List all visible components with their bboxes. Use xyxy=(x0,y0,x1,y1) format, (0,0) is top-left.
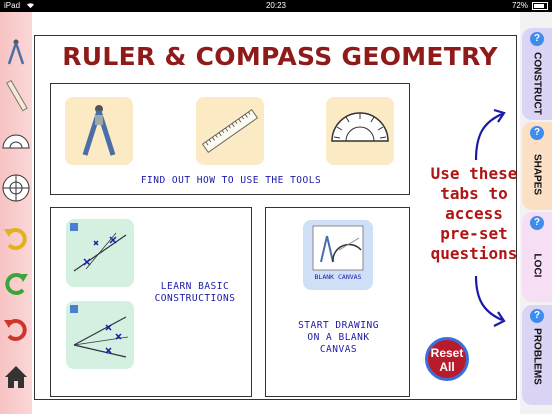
tab-construct-label: CONSTRUCT xyxy=(531,52,543,115)
tools-panel-label: FIND OUT HOW TO USE THE TOOLS xyxy=(140,175,322,186)
help-icon[interactable]: ? xyxy=(530,32,544,46)
home-icon[interactable] xyxy=(1,360,31,394)
page-title: RULER & COMPASS GEOMETRY xyxy=(62,42,498,71)
tab-shapes[interactable]: ? SHAPES xyxy=(522,122,552,210)
battery-percent: 72% xyxy=(511,1,528,10)
tabs-hint-line1: Use these xyxy=(430,164,518,183)
tab-construct[interactable]: ? CONSTRUCT xyxy=(522,28,552,120)
blank-canvas-thumbnail: BLANK CANVAS xyxy=(303,220,373,290)
battery-icon xyxy=(532,2,548,10)
blank-canvas-thumb-label: BLANK CANVAS xyxy=(314,273,362,281)
blank-canvas-label-line2: ON A BLANK xyxy=(307,332,370,343)
blank-canvas-label-line3: CANVAS xyxy=(319,344,358,355)
constructions-panel[interactable]: LEARN BASIC CONSTRUCTIONS xyxy=(50,207,252,397)
tabs-hint-line4: pre-set xyxy=(440,224,508,243)
tab-problems[interactable]: ? PROBLEMS xyxy=(522,305,552,405)
reset-all-line2: All xyxy=(439,360,455,374)
clock: 20:23 xyxy=(265,1,287,10)
ruler-tile-icon xyxy=(196,97,264,165)
help-icon[interactable]: ? xyxy=(530,309,544,323)
protractor-tile-icon xyxy=(326,97,394,165)
blank-canvas-panel[interactable]: BLANK CANVAS START DRAWING ON A BLANK CA… xyxy=(265,207,410,397)
tools-panel[interactable]: FIND OUT HOW TO USE THE TOOLS xyxy=(50,83,410,195)
tabs-hint-line2: tabs to xyxy=(440,184,508,203)
undo-icon[interactable] xyxy=(1,221,31,255)
redo-icon[interactable] xyxy=(1,266,31,300)
compass-tile-icon xyxy=(65,97,133,165)
reset-all-line1: Reset xyxy=(430,346,464,360)
tab-shapes-label: SHAPES xyxy=(531,153,543,196)
construction-thumbnail-2-icon xyxy=(66,301,134,369)
tab-loci[interactable]: ? LOCI xyxy=(522,212,552,302)
construction-thumbnail-1-icon xyxy=(66,219,134,287)
tab-problems-label: PROBLEMS xyxy=(531,328,543,385)
reset-icon[interactable] xyxy=(1,312,31,346)
blank-canvas-label: START DRAWING ON A BLANK CANVAS xyxy=(266,320,411,356)
protractor-icon[interactable] xyxy=(1,124,31,158)
blank-canvas-label-line1: START DRAWING xyxy=(298,320,379,331)
tabs-hint-line3: access xyxy=(445,204,503,223)
help-icon[interactable]: ? xyxy=(530,126,544,140)
tab-loci-label: LOCI xyxy=(531,253,543,278)
reset-all-button[interactable]: Reset All xyxy=(425,337,469,381)
constructions-label: LEARN BASIC CONSTRUCTIONS xyxy=(139,281,251,305)
left-toolbar xyxy=(0,12,32,414)
ruler-icon[interactable] xyxy=(1,78,31,112)
status-bar: iPad 20:23 72% xyxy=(0,0,552,12)
circle-protractor-icon[interactable] xyxy=(1,171,31,205)
constructions-label-line2: CONSTRUCTIONS xyxy=(154,293,236,304)
tabs-hint: Use these tabs to access pre-set questio… xyxy=(426,164,522,264)
tabs-hint-line5: questions xyxy=(430,244,518,263)
help-icon[interactable]: ? xyxy=(530,216,544,230)
compass-icon[interactable] xyxy=(1,36,31,70)
constructions-label-line1: LEARN BASIC xyxy=(160,281,230,292)
